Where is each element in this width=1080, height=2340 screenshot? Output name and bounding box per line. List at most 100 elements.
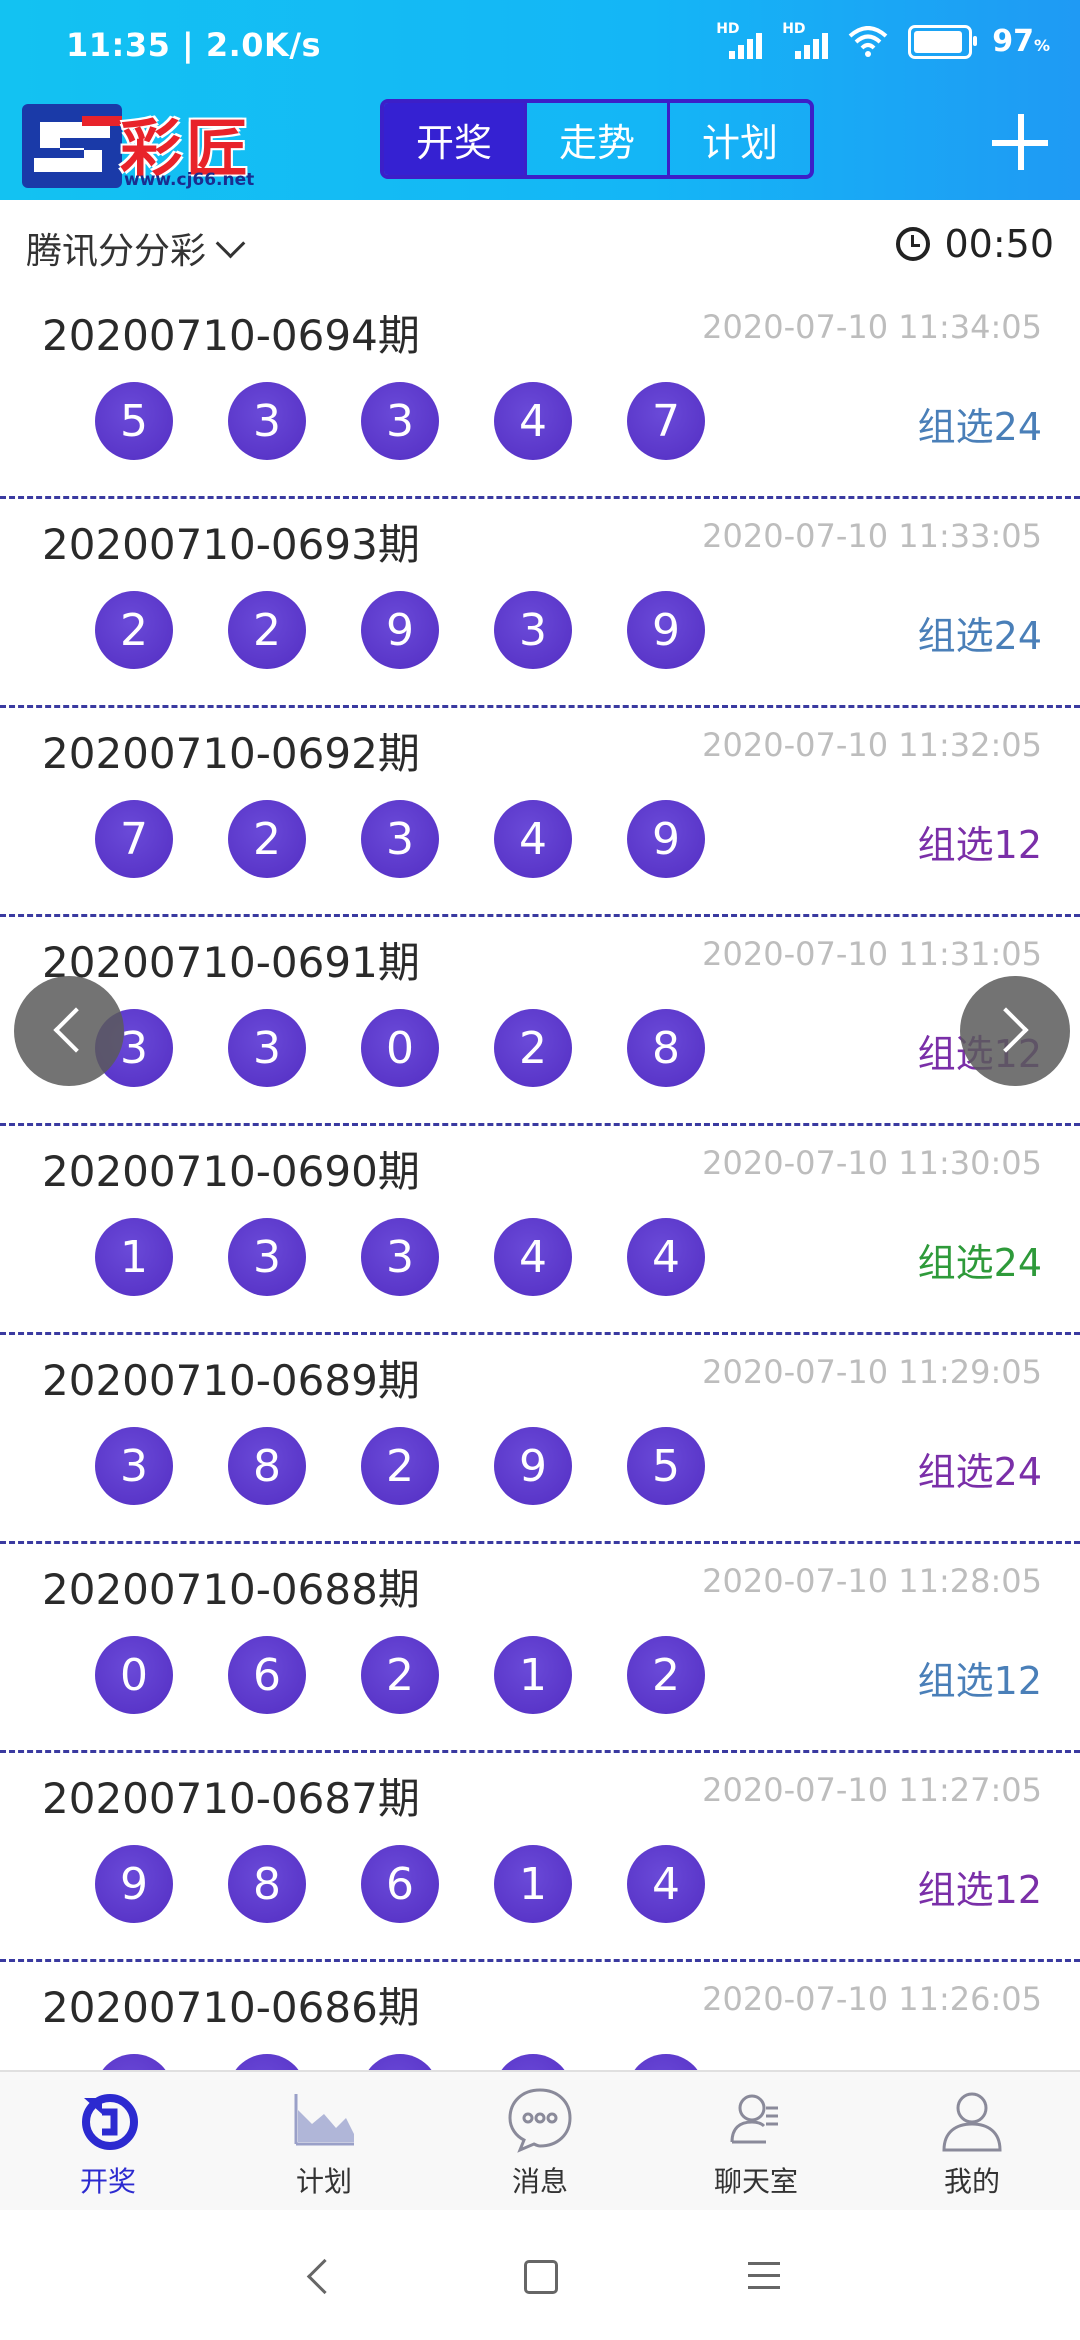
draw-row[interactable]: 20200710-0688期 2020-07-10 11:28:05 0 6 2 1 2 组选… <box>0 1544 1080 1753</box>
number-ball: 3 <box>361 1218 439 1296</box>
nav-item-profile[interactable]: 我的 <box>864 2072 1080 2212</box>
number-ball: 3 <box>361 382 439 460</box>
logo-url: www.cj66.net <box>124 170 255 190</box>
number-ball: 3 <box>361 800 439 878</box>
number-ball: 2 <box>627 1636 705 1714</box>
draw-issue: 20200710-0694期 <box>42 311 420 360</box>
number-ball: 2 <box>361 1427 439 1505</box>
draw-time: 2020-07-10 11:34:05 <box>702 308 1042 346</box>
draw-list[interactable]: 20200710-0694期 2020-07-10 11:34:05 5 3 3 4 7 组选… <box>0 290 1080 2070</box>
tab-plans[interactable]: 计划 <box>670 103 810 175</box>
draw-row[interactable]: 20200710-0687期 2020-07-10 11:27:05 9 8 6 1 4 组选… <box>0 1753 1080 1962</box>
add-button[interactable] <box>988 110 1052 174</box>
number-ball: 3 <box>95 1427 173 1505</box>
draw-time: 2020-07-10 11:26:05 <box>702 1980 1042 2018</box>
draw-row[interactable]: 20200710-0691期2020-07-10 11:31:0533028组选… <box>0 917 1080 1126</box>
number-ball: 4 <box>494 1218 572 1296</box>
system-menu-icon[interactable] <box>748 2262 780 2298</box>
draw-row[interactable]: 20200710-0689期 2020-07-10 11:29:05 3 8 2 9 5 组选… <box>0 1335 1080 1544</box>
number-ball: 3 <box>228 1009 306 1087</box>
nav-label-draws: 开奖 <box>79 2165 136 2198</box>
number-ball <box>95 2054 173 2070</box>
bottom-nav: 开奖 计划 消息 聊天室 我的 <box>0 2070 1080 2212</box>
group-type-label: 组选24 <box>917 405 1042 449</box>
nav-label-chatroom: 聊天室 <box>713 2165 798 2198</box>
draw-balls: 98614 <box>95 1845 705 1923</box>
battery-level: 97 <box>992 24 1034 59</box>
number-ball <box>494 2054 572 2070</box>
draw-balls <box>95 2054 705 2070</box>
number-ball: 6 <box>228 1636 306 1714</box>
number-ball: 0 <box>361 1009 439 1087</box>
draw-row[interactable]: 20200710-0686期 2020-07-10 11:26:05 <box>0 1962 1080 2070</box>
draw-issue: 20200710-0692期 <box>42 729 420 778</box>
draw-time: 2020-07-10 11:32:05 <box>702 726 1042 764</box>
header-tabs: 开奖 走势 计划 <box>380 99 814 179</box>
draw-balls: 06212 <box>95 1636 705 1714</box>
draw-row[interactable]: 20200710-0692期 2020-07-10 11:32:05 7 2 3 4 9 组选… <box>0 708 1080 917</box>
status-icons: HD HD 97% <box>716 21 1050 60</box>
number-ball: 3 <box>494 591 572 669</box>
profile-icon <box>942 2092 1002 2152</box>
group-type-label: 组选12 <box>917 823 1042 867</box>
number-ball: 2 <box>228 591 306 669</box>
number-ball: 2 <box>95 591 173 669</box>
battery-unit: % <box>1033 36 1050 55</box>
draw-row[interactable]: 20200710-0693期 2020-07-10 11:33:05 2 2 9 3 9 组选… <box>0 499 1080 708</box>
number-ball <box>361 2054 439 2070</box>
number-ball: 1 <box>494 1636 572 1714</box>
message-icon <box>508 2088 572 2153</box>
number-ball: 3 <box>228 382 306 460</box>
draw-issue: 20200710-0688期 <box>42 1565 420 1614</box>
system-back-icon[interactable] <box>306 2258 343 2295</box>
draw-balls: 38295 <box>95 1427 705 1505</box>
draw-balls: 13344 <box>95 1218 705 1296</box>
nav-item-draws[interactable]: 开奖 <box>0 2072 216 2212</box>
number-ball <box>228 2054 306 2070</box>
chevron-down-icon <box>215 228 246 258</box>
nav-item-chatroom[interactable]: 聊天室 <box>648 2072 864 2212</box>
draw-balls: 53347 <box>95 382 705 460</box>
signal-icon-2: HD <box>782 21 829 59</box>
number-ball: 9 <box>627 800 705 878</box>
number-ball: 3 <box>228 1218 306 1296</box>
lottery-dropdown[interactable]: 腾讯分分彩 <box>26 222 246 274</box>
number-ball: 6 <box>361 1845 439 1923</box>
prev-arrow-button[interactable] <box>14 976 124 1086</box>
draw-balls: 22939 <box>95 591 705 669</box>
number-ball: 9 <box>361 591 439 669</box>
nav-item-plan[interactable]: 计划 <box>216 2072 432 2212</box>
group-type-label: 组选24 <box>917 1450 1042 1494</box>
draw-issue: 20200710-0693期 <box>42 520 420 569</box>
status-bar: 11:35 | 2.0K/s HD HD 97% <box>0 0 1080 90</box>
clock-icon <box>896 227 931 261</box>
nav-item-messages[interactable]: 消息 <box>432 2072 648 2212</box>
number-ball: 7 <box>627 382 705 460</box>
nav-label-profile: 我的 <box>943 2165 1000 2198</box>
countdown-value: 00:50 <box>944 222 1054 266</box>
group-type-label: 组选12 <box>917 1868 1042 1912</box>
draw-time: 2020-07-10 11:28:05 <box>702 1562 1042 1600</box>
draw-time: 2020-07-10 11:33:05 <box>702 517 1042 555</box>
draw-issue: 20200710-0691期 <box>42 938 420 987</box>
app-header: 11:35 | 2.0K/s HD HD 97% 彩匠 www.cj66.net… <box>0 0 1080 200</box>
number-ball: 9 <box>95 1845 173 1923</box>
tab-draw-results[interactable]: 开奖 <box>384 103 527 175</box>
tab-trends[interactable]: 走势 <box>527 103 670 175</box>
group-type-label: 组选12 <box>917 1659 1042 1703</box>
number-ball: 8 <box>228 1845 306 1923</box>
battery-icon <box>908 24 978 59</box>
draw-balls: 72349 <box>95 800 705 878</box>
number-ball: 4 <box>494 800 572 878</box>
signal-icon: HD <box>716 21 763 59</box>
draw-row[interactable]: 20200710-0690期 2020-07-10 11:30:05 1 3 3 4 4 组选… <box>0 1126 1080 1335</box>
draw-time: 2020-07-10 11:30:05 <box>702 1144 1042 1182</box>
nav-label-messages: 消息 <box>511 2165 568 2198</box>
system-home-icon[interactable] <box>524 2260 558 2294</box>
system-nav-bar <box>0 2210 1080 2340</box>
number-ball: 4 <box>627 1845 705 1923</box>
next-arrow-button[interactable] <box>960 976 1070 1086</box>
draw-row[interactable]: 20200710-0694期 2020-07-10 11:34:05 5 3 3 4 7 组选… <box>0 290 1080 499</box>
number-ball: 1 <box>95 1218 173 1296</box>
nav-label-plan: 计划 <box>295 2165 352 2198</box>
